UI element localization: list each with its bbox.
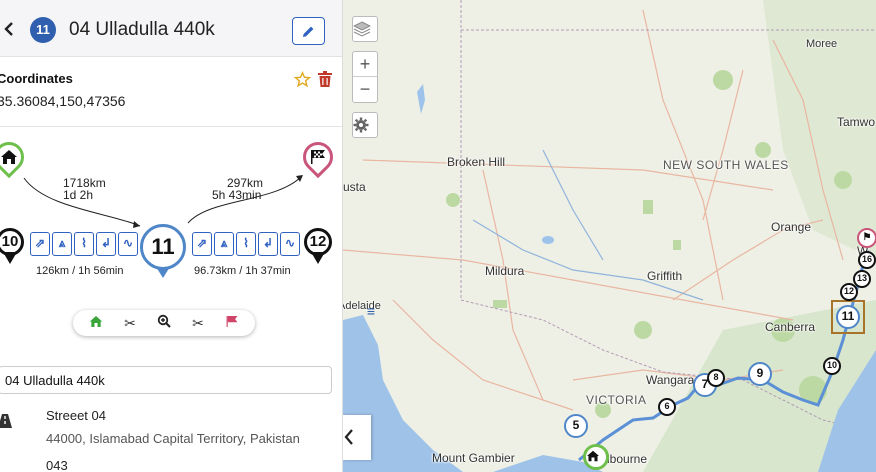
map-label-victoria: VICTORIA [586,393,647,407]
scissors-icon[interactable]: ✂ [120,313,140,333]
route-summary: 1718km 1d 2h 297km 5h 43min 10 12 ⇗ ⩓ ⌇ … [0,128,342,348]
favorite-button[interactable] [293,70,312,93]
previous-leg-summary: 126km / 1h 56min [36,265,124,277]
star-outline-icon [293,70,312,88]
next-leg-summary: 96.73km / 1h 37min [194,265,291,277]
stop-detail-panel: 11 04 Ulladulla 440k Coordinates 35.3608… [0,0,343,472]
map-label-moree: Moree [806,38,838,50]
map-label-canberra: Canberra [765,320,816,334]
list-marker-icon[interactable]: ≡ [363,304,379,322]
layers-icon [353,21,371,37]
chevron-left-icon [344,429,353,445]
map-view[interactable]: Broken Hill NEW SOUTH WALES Moree Tamwo … [343,0,876,472]
path-icon[interactable]: ⌇ [236,232,256,256]
map-label-mildura: Mildura [485,264,525,278]
gear-icon [353,117,369,133]
highway-icon[interactable]: ⩓ [52,232,72,256]
map-label-mount-gambier: Mount Gambier [432,451,515,465]
coordinates-label: Coordinates [0,71,73,86]
home-icon [0,144,24,170]
next-leg-modes: ⇗ ⩓ ⌇ ↲ ∿ [192,232,300,258]
ferry-icon[interactable]: ⇗ [30,232,50,256]
pencil-icon [303,26,314,37]
chevron-left-icon [4,22,13,36]
end-pin[interactable] [296,135,340,182]
coordinates-value: 35.36084,150,47356 [0,93,126,109]
address-locality: 44000, Islamabad Capital Territory, Paki… [46,431,300,446]
zoom-out-button[interactable]: − [353,77,377,102]
trash-icon [318,71,332,87]
to-current-duration: 1d 2h [63,188,94,202]
highway-icon[interactable]: ⩓ [214,232,234,256]
previous-stop-pin[interactable]: 10 [0,228,24,266]
map-label-nsw: NEW SOUTH WALES [663,158,789,172]
collapse-panel-button[interactable] [343,415,371,460]
ferry-icon[interactable]: ⇗ [192,232,212,256]
map-label-melbourne: lbourne [607,452,648,466]
scissors-icon[interactable]: ✂ [188,313,208,333]
map-label-wangaratta: Wangara [646,373,695,387]
stop-name-input[interactable] [0,366,332,394]
curve-icon[interactable]: ↲ [258,232,278,256]
edit-button[interactable] [292,17,325,45]
zoom-control: + − [352,51,378,103]
panel-header: 11 04 Ulladulla 440k [0,0,342,57]
current-stop-pin: 11 [140,224,186,280]
zoom-in-icon[interactable] [154,313,174,333]
winding-road-icon[interactable]: ∿ [280,232,300,256]
layers-button[interactable] [352,16,378,42]
delete-button[interactable] [318,71,334,89]
page-title: 04 Ulladulla 440k [69,19,215,40]
map-label-griffith: Griffith [647,269,683,283]
path-icon[interactable]: ⌇ [74,232,94,256]
to-end-duration: 5h 43min [212,188,262,202]
checkered-flag-icon [303,144,333,170]
map-label-broken-hill: Broken Hill [447,155,506,169]
stop-toolbar: ✂ ✂ [73,310,255,336]
next-stop-pin[interactable]: 12 [304,228,332,266]
address-street: Streeet 04 [46,408,106,423]
map-marker-11-selected[interactable]: 11 [831,300,865,334]
winding-road-icon[interactable]: ∿ [118,232,138,256]
zoom-in-button[interactable]: + [353,52,377,77]
map-label-usta: usta [343,180,366,194]
settings-button[interactable] [352,112,378,138]
map-label-tamworth: Tamwo [837,115,876,129]
coordinates-section: Coordinates 35.36084,150,47356 [0,57,342,127]
stop-number-badge: 11 [30,17,56,43]
previous-leg-modes: ⇗ ⩓ ⌇ ↲ ∿ [30,232,138,258]
road-icon [0,414,14,430]
start-pin[interactable] [0,135,31,182]
home-icon[interactable] [86,313,106,333]
address-extra: 043 [46,458,68,472]
curve-icon[interactable]: ↲ [96,232,116,256]
map-label-orange: Orange [771,220,812,234]
back-button[interactable] [2,18,18,40]
flag-icon[interactable] [222,313,242,333]
